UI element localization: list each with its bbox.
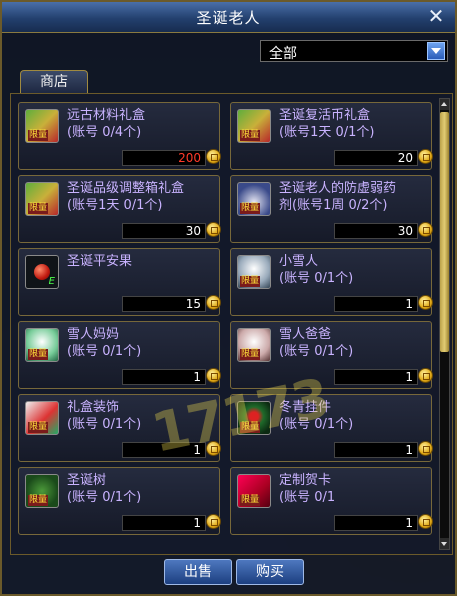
limited-badge: 限量 bbox=[28, 203, 49, 214]
coin-icon bbox=[418, 149, 433, 164]
limited-badge: 限量 bbox=[28, 422, 49, 433]
item-limit-text: (账号1天 0/1个) bbox=[67, 198, 163, 213]
limited-badge: 限量 bbox=[28, 130, 49, 141]
item-card[interactable]: 限量 圣诞品级调整箱礼盒 (账号1天 0/1个) 30 bbox=[18, 175, 221, 243]
coin-icon bbox=[418, 222, 433, 237]
limited-badge: 限量 bbox=[28, 349, 49, 360]
price-box: 30 bbox=[334, 223, 418, 239]
title-bar[interactable]: 圣诞老人 ✕ bbox=[2, 2, 455, 33]
item-card[interactable]: 限量 小雪人 (账号 0/1个) 1 bbox=[230, 248, 433, 316]
shop-window: 圣诞老人 ✕ 全部 商店 限量 远古材料礼盒 (账号 0/4个) 200 限量 … bbox=[0, 0, 457, 596]
coin-icon bbox=[206, 368, 221, 383]
gift-box-icon: 限量 bbox=[237, 109, 271, 143]
item-card[interactable]: 限量 定制贺卡 (账号 0/1 1 bbox=[230, 467, 433, 535]
category-dropdown-value: 全部 bbox=[269, 46, 297, 62]
item-name: 小雪人 bbox=[279, 254, 319, 269]
item-card[interactable]: 限量 圣诞复活币礼盒 (账号1天 0/1个) 20 bbox=[230, 102, 433, 170]
item-card[interactable]: 限量 圣诞树 (账号 0/1个) 1 bbox=[18, 467, 221, 535]
item-name: 圣诞老人的防虚弱药 bbox=[279, 181, 397, 196]
buy-button[interactable]: 购买 bbox=[236, 559, 304, 585]
limited-badge: 限量 bbox=[240, 349, 261, 360]
item-name: 远古材料礼盒 bbox=[67, 108, 146, 123]
scroll-up-icon[interactable] bbox=[440, 99, 449, 110]
item-name: 圣诞树 bbox=[67, 473, 107, 488]
coin-icon bbox=[206, 295, 221, 310]
price-box: 20 bbox=[334, 150, 418, 166]
scrollbar[interactable] bbox=[439, 98, 450, 550]
potion-icon: 限量 bbox=[237, 182, 271, 216]
item-limit-text: (账号 0/1个) bbox=[67, 344, 142, 359]
tab-shop[interactable]: 商店 bbox=[20, 70, 88, 94]
item-price: 1 bbox=[193, 370, 201, 384]
coin-icon bbox=[418, 368, 433, 383]
limited-badge: 限量 bbox=[240, 276, 261, 287]
chevron-down-icon[interactable] bbox=[427, 42, 445, 60]
item-price: 30 bbox=[397, 224, 413, 238]
coin-icon bbox=[418, 514, 433, 529]
item-name: 雪人妈妈 bbox=[67, 327, 120, 342]
item-price: 15 bbox=[185, 297, 201, 311]
price-box: 1 bbox=[334, 515, 418, 531]
coin-icon bbox=[206, 149, 221, 164]
item-name: 圣诞品级调整箱礼盒 bbox=[67, 181, 185, 196]
item-card[interactable]: E 圣诞平安果 15 bbox=[18, 248, 221, 316]
price-box: 1 bbox=[334, 369, 418, 385]
limited-badge: 限量 bbox=[28, 495, 49, 506]
item-price: 1 bbox=[193, 516, 201, 530]
gift-box-icon: 限量 bbox=[25, 109, 59, 143]
item-name: 圣诞复活币礼盒 bbox=[279, 108, 371, 123]
scrollbar-thumb[interactable] bbox=[440, 112, 449, 352]
price-box: 200 bbox=[122, 150, 206, 166]
sell-button[interactable]: 出售 bbox=[164, 559, 232, 585]
category-dropdown[interactable]: 全部 bbox=[260, 40, 448, 62]
item-price: 1 bbox=[405, 516, 413, 530]
price-box: 1 bbox=[334, 296, 418, 312]
price-box: 1 bbox=[122, 515, 206, 531]
coin-icon bbox=[206, 514, 221, 529]
item-limit-text: (账号 0/1个) bbox=[279, 271, 354, 286]
item-grid: 限量 远古材料礼盒 (账号 0/4个) 200 限量 圣诞复活币礼盒 (账号1天… bbox=[10, 93, 453, 555]
gift-box-icon: 限量 bbox=[25, 182, 59, 216]
price-box: 1 bbox=[122, 369, 206, 385]
item-limit-text: (账号 0/1 bbox=[279, 490, 336, 505]
item-limit-text: 剂(账号1周 0/2个) bbox=[279, 198, 388, 213]
coin-icon bbox=[206, 222, 221, 237]
christmas-tree-icon: 限量 bbox=[25, 474, 59, 508]
item-name: 定制贺卡 bbox=[279, 473, 332, 488]
item-card[interactable]: 限量 远古材料礼盒 (账号 0/4个) 200 bbox=[18, 102, 221, 170]
greeting-card-icon: 限量 bbox=[237, 474, 271, 508]
item-name: 圣诞平安果 bbox=[67, 254, 133, 269]
limited-badge: 限量 bbox=[240, 130, 261, 141]
item-card[interactable]: 限量 雪人妈妈 (账号 0/1个) 1 bbox=[18, 321, 221, 389]
limited-badge: 限量 bbox=[240, 495, 261, 506]
item-price: 1 bbox=[405, 370, 413, 384]
gift-decoration-icon: 限量 bbox=[25, 401, 59, 435]
limited-badge: 限量 bbox=[240, 203, 261, 214]
item-name: 雪人爸爸 bbox=[279, 327, 332, 342]
snowman-icon: 限量 bbox=[25, 328, 59, 362]
coin-icon bbox=[418, 441, 433, 456]
price-box: 15 bbox=[122, 296, 206, 312]
apple-icon: E bbox=[25, 255, 59, 289]
item-limit-text: (账号 0/4个) bbox=[67, 125, 142, 140]
snowman-icon: 限量 bbox=[237, 328, 271, 362]
price-box: 30 bbox=[122, 223, 206, 239]
coin-icon bbox=[418, 295, 433, 310]
item-price: 200 bbox=[178, 151, 201, 165]
item-limit-text: (账号 0/1个) bbox=[67, 490, 142, 505]
item-price: 30 bbox=[185, 224, 201, 238]
snowman-icon: 限量 bbox=[237, 255, 271, 289]
scroll-down-icon[interactable] bbox=[440, 538, 449, 549]
item-price: 20 bbox=[397, 151, 413, 165]
item-price: 1 bbox=[405, 443, 413, 457]
close-icon[interactable]: ✕ bbox=[425, 5, 447, 27]
item-card[interactable]: 限量 圣诞老人的防虚弱药 剂(账号1周 0/2个) 30 bbox=[230, 175, 433, 243]
price-box: 1 bbox=[334, 442, 418, 458]
item-limit-text: (账号 0/1个) bbox=[279, 344, 354, 359]
window-title: 圣诞老人 bbox=[196, 9, 261, 27]
apple-shape bbox=[34, 264, 50, 280]
item-price: 1 bbox=[405, 297, 413, 311]
item-limit-text: (账号1天 0/1个) bbox=[279, 125, 375, 140]
